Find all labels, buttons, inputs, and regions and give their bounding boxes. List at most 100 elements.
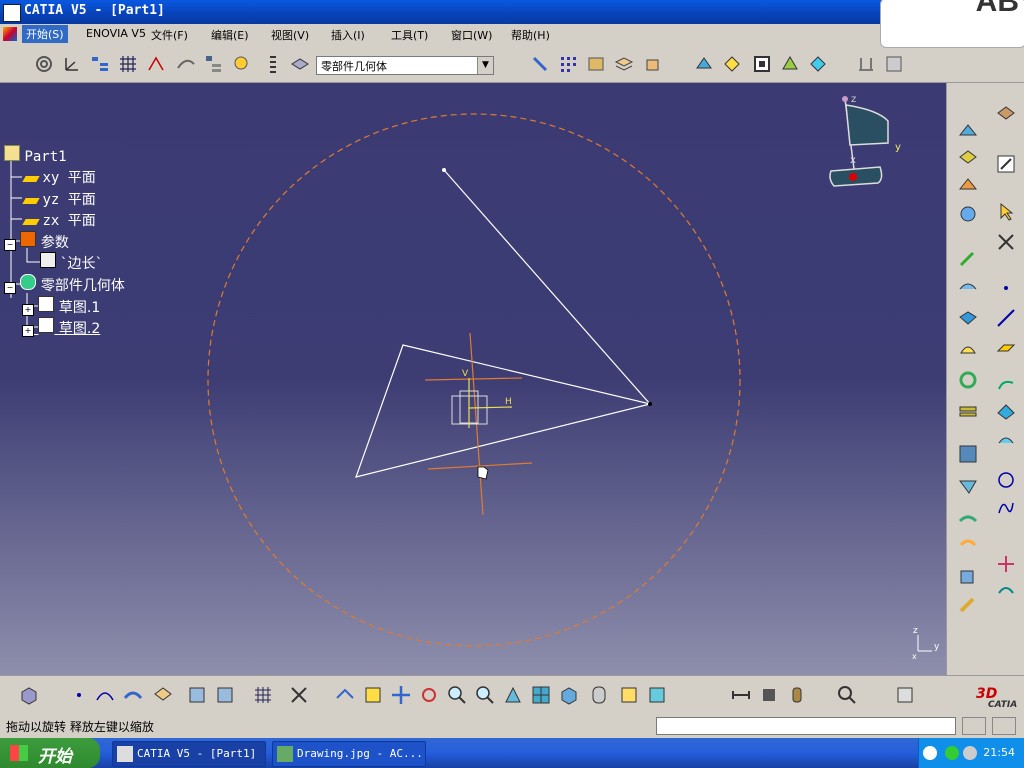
surface-icon[interactable] <box>176 54 196 74</box>
pan-icon[interactable] <box>390 684 412 706</box>
expand-icon[interactable]: + <box>22 304 34 316</box>
search-icon[interactable] <box>836 684 858 706</box>
point-icon[interactable] <box>995 277 1017 299</box>
list-icon[interactable] <box>262 54 282 74</box>
view-front-icon[interactable] <box>186 684 208 706</box>
tree-node-body[interactable]: − 零部件几何体 <box>4 274 125 295</box>
tree-node-yz-plane[interactable]: yz 平面 <box>22 189 96 209</box>
multi-view-icon[interactable] <box>530 684 552 706</box>
menu-view[interactable]: 视图(V) <box>271 27 309 43</box>
spline-icon[interactable] <box>995 497 1017 519</box>
zoom-in-icon[interactable] <box>446 684 468 706</box>
shell-feature-icon[interactable] <box>957 535 979 557</box>
tree-node-edge-length[interactable]: `边长` <box>40 252 102 273</box>
slot-icon[interactable] <box>957 307 979 329</box>
rotate-view-icon[interactable] <box>418 684 440 706</box>
menu-window[interactable]: 窗口(W) <box>451 27 492 43</box>
analysis-icon[interactable] <box>884 54 904 74</box>
circle-icon[interactable] <box>995 469 1017 491</box>
replace-face-icon[interactable] <box>780 54 800 74</box>
remove-face-icon[interactable] <box>752 54 772 74</box>
menu-help[interactable]: 帮助(H) <box>511 27 550 43</box>
split-icon[interactable] <box>957 595 979 617</box>
volume-icon[interactable] <box>963 746 977 760</box>
hierarchy-icon[interactable] <box>204 54 224 74</box>
tree-node-xy-plane[interactable]: xy 平面 <box>22 167 96 187</box>
line-icon[interactable] <box>995 307 1017 329</box>
collapse-icon[interactable]: − <box>4 239 16 251</box>
loft-icon[interactable] <box>957 339 979 361</box>
catalog-icon[interactable] <box>586 54 606 74</box>
clock[interactable]: 21:54 <box>983 746 1015 759</box>
menu-insert[interactable]: 插入(I) <box>331 27 365 43</box>
compass-widget[interactable]: z y x <box>829 94 901 187</box>
pocket-icon[interactable] <box>957 147 979 169</box>
normal-view-icon[interactable] <box>502 684 524 706</box>
sketch-icon[interactable] <box>146 54 166 74</box>
tree-node-sketch1[interactable]: + 草图.1 <box>22 296 100 317</box>
pad-icon[interactable] <box>957 119 979 141</box>
trim-icon[interactable] <box>995 553 1017 575</box>
menu-enovia[interactable]: ENOVIA V5 <box>86 27 146 40</box>
snap-icon[interactable] <box>288 684 310 706</box>
view-icon[interactable] <box>995 103 1017 125</box>
publish-icon[interactable] <box>232 54 252 74</box>
fit-all-icon[interactable] <box>362 684 384 706</box>
measure-item-icon[interactable] <box>758 684 780 706</box>
catia-app-icon[interactable] <box>3 4 21 22</box>
remove-loft-icon[interactable] <box>957 369 979 391</box>
surface-tool-icon[interactable] <box>122 684 144 706</box>
tree-node-zx-plane[interactable]: zx 平面 <box>22 210 96 230</box>
rectangle-icon[interactable] <box>995 401 1017 423</box>
taskbar-item-catia[interactable]: CATIA V5 - [Part1] <box>112 741 266 767</box>
rotate-icon[interactable] <box>34 54 54 74</box>
chamfer-icon[interactable] <box>957 475 979 497</box>
collapse-icon[interactable]: − <box>4 282 16 294</box>
network-icon[interactable] <box>945 746 959 760</box>
grid-toggle-icon[interactable] <box>252 684 274 706</box>
stiffener-icon[interactable] <box>957 399 979 421</box>
fly-mode-icon[interactable] <box>334 684 356 706</box>
measure-between-icon[interactable] <box>730 684 752 706</box>
keyboard-icon[interactable] <box>923 746 937 760</box>
chevron-down-icon[interactable]: ▼ <box>477 57 493 74</box>
groove-icon[interactable] <box>957 203 979 225</box>
sketcher-icon[interactable] <box>995 153 1017 175</box>
rib-icon[interactable] <box>957 277 979 299</box>
expand-icon[interactable]: + <box>22 325 34 337</box>
apply-material-icon[interactable] <box>894 684 916 706</box>
taskbar-item-drawing[interactable]: Drawing.jpg - AC... <box>272 741 426 767</box>
axis-system-icon[interactable] <box>62 54 82 74</box>
thickness-icon[interactable] <box>722 54 742 74</box>
status-button-1[interactable] <box>962 717 986 735</box>
shading-icon[interactable] <box>588 684 610 706</box>
status-button-2[interactable] <box>992 717 1016 735</box>
curve-icon[interactable] <box>94 684 116 706</box>
menu-edit[interactable]: 编辑(E) <box>211 27 249 43</box>
zoom-out-icon[interactable] <box>474 684 496 706</box>
grid-icon[interactable] <box>118 54 138 74</box>
edge-fillet-icon[interactable] <box>957 443 979 465</box>
transform-icon[interactable] <box>530 54 550 74</box>
stack-icon[interactable] <box>614 54 634 74</box>
construction-circle[interactable] <box>207 113 741 647</box>
shell-icon[interactable] <box>694 54 714 74</box>
body-icon[interactable] <box>290 54 310 74</box>
measure-icon[interactable] <box>856 54 876 74</box>
3d-box-icon[interactable] <box>18 684 40 706</box>
project-icon[interactable] <box>995 579 1017 601</box>
thread-icon[interactable] <box>957 565 979 587</box>
iso-view-icon[interactable] <box>558 684 580 706</box>
shaft-icon[interactable] <box>957 175 979 197</box>
plane-tool-icon[interactable] <box>995 337 1017 359</box>
sketch-line[interactable] <box>443 169 651 405</box>
menu-start[interactable]: 开始(S) <box>22 25 68 43</box>
sew-icon[interactable] <box>808 54 828 74</box>
sketch-triangle[interactable] <box>355 344 651 478</box>
profile-icon[interactable] <box>995 373 1017 395</box>
select-arrow-icon[interactable] <box>995 201 1017 223</box>
tree-node-part1[interactable]: Part1 <box>4 145 67 165</box>
sketch-vertex[interactable] <box>648 402 652 406</box>
tree-node-sketch2[interactable]: + 草图.2 <box>22 317 100 338</box>
sketch-point[interactable] <box>442 168 446 172</box>
